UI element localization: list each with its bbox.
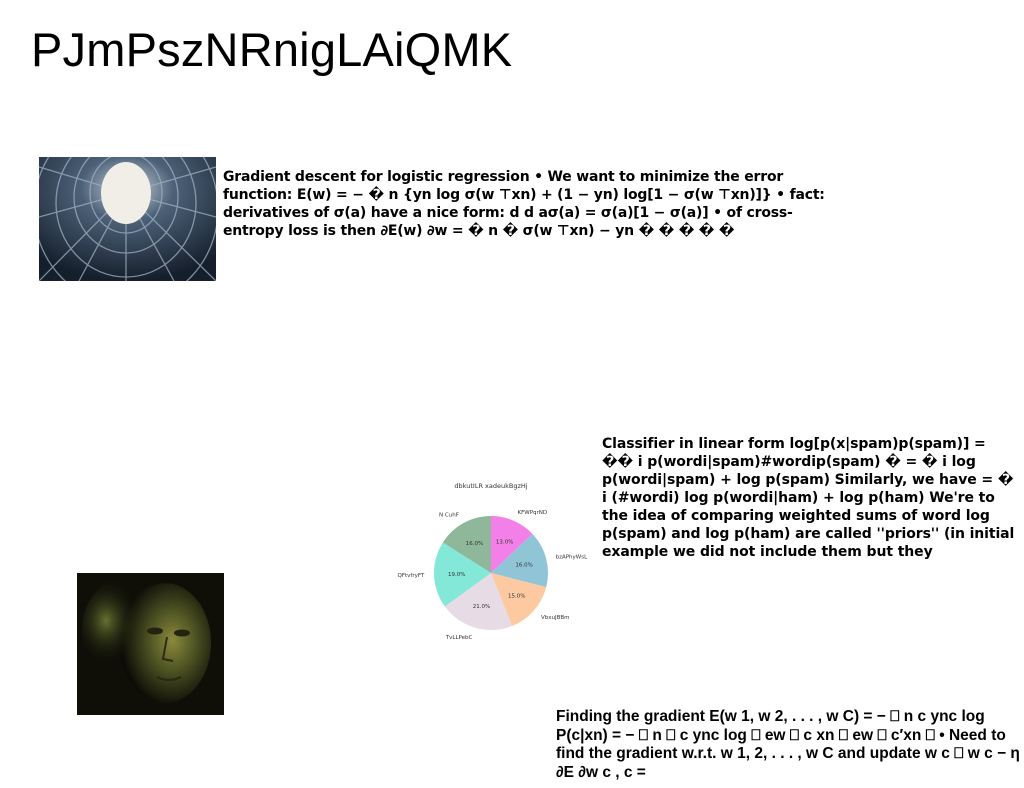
pie-percent-label: 21.0% [473,604,490,610]
pie-category-label: KFWPqrND [518,510,548,516]
pie-chart: dbkutILR xadeukBgzHj 13.0% 16.0% 15.0% 21.0… [398,482,589,641]
pie-category-label: TvLLPebC [445,635,473,641]
pie-category-label: VbxuJBBm [541,615,570,621]
classifier-text: Classifier in linear form log[p(x|spam)p… [602,436,1015,560]
face-photo [77,573,224,715]
tunnel-photo-graphic [39,157,216,281]
finding-gradient-text: Finding the gradient E(w 1, w 2, . . . ,… [556,708,1020,781]
pie-percent-label: 19.0% [448,572,465,578]
pie-category-label: N CuhF [439,513,459,519]
pie-percent-label: 15.0% [508,594,525,600]
pie-category-label: QFtvfryFT [398,573,425,579]
chart-title: dbkutILR xadeukBgzHj [454,482,527,490]
pie-category-label: bzAPhyWsL [556,554,589,560]
gradient-descent-text: Gradient descent for logistic regression… [223,169,825,239]
pie-percent-label: 13.0% [496,540,513,546]
pie-percent-label: 16.0% [515,563,532,569]
tunnel-photo [39,157,216,281]
page-title: PJmPszNRnigLAiQMK [31,23,513,76]
face-photo-graphic [77,573,224,715]
pie-percent-label: 16.0% [466,541,483,547]
